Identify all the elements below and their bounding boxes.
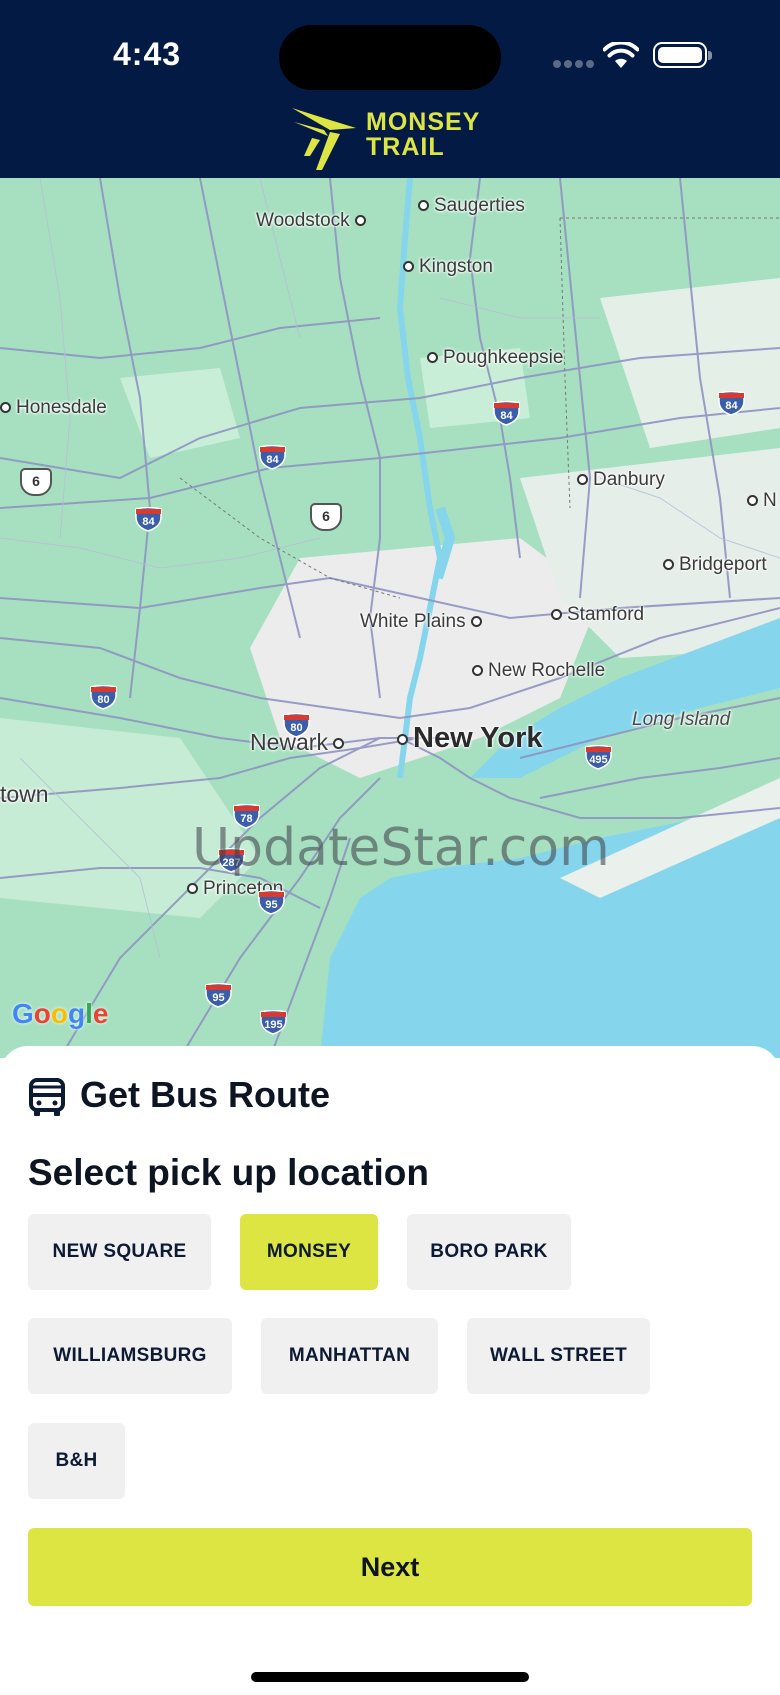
location-chip-williamsburg[interactable]: WILLIAMSBURG [28,1318,232,1394]
map-label-honesdale: Honesdale [0,397,107,419]
location-chip-bh[interactable]: B&H [28,1423,125,1499]
location-chip-manhattan[interactable]: MANHATTAN [261,1318,438,1394]
interstate-shield-icon: 95 [258,889,285,915]
home-indicator[interactable] [251,1672,529,1682]
map-label-bridgeport: Bridgeport [663,554,767,576]
pickup-section-title: Select pick up location [28,1152,429,1193]
map-label-saugerties: Saugerties [418,195,525,217]
route-map[interactable]: Saugerties Woodstock Kingston Poughkeeps… [0,178,780,1058]
logo-text: MONSEY TRAIL [366,108,481,161]
route-panel: Get Bus Route Select pick up location NE… [0,1046,780,1695]
map-label-poughkeepsie: Poughkeepsie [427,347,563,369]
battery-icon [653,42,712,68]
location-chip-monsey[interactable]: MONSEY [240,1214,378,1290]
location-chip-wall-street[interactable]: WALL STREET [467,1318,650,1394]
map-label-stamford: Stamford [551,604,644,626]
wifi-icon [603,42,639,68]
next-button[interactable]: Next [28,1528,752,1606]
cellular-signal-icon [553,60,594,68]
location-chip-boro-park[interactable]: BORO PARK [407,1214,571,1290]
app-screen: 4:43 MONSEY TRAIL Saugerties Woodstock K… [0,0,780,1695]
interstate-shield-icon: 84 [135,506,162,532]
us-route-shield-icon: 6 [310,503,342,531]
map-label-woodstock: Woodstock [256,210,366,232]
interstate-shield-icon: 84 [259,444,286,470]
status-time: 4:43 [113,36,182,72]
app-header: 4:43 MONSEY TRAIL [0,0,780,178]
monsey-trail-logo: MONSEY TRAIL [290,106,500,172]
location-chip-new-square[interactable]: NEW SQUARE [28,1214,211,1290]
interstate-shield-icon: 80 [283,712,310,738]
interstate-shield-icon: 80 [90,684,117,710]
map-label-white-plains: White Plains [360,611,482,633]
panel-title: Get Bus Route [80,1074,331,1115]
dynamic-island [279,25,501,90]
map-label-town: town [0,781,49,807]
interstate-shield-icon: 84 [493,400,520,426]
google-attribution: Google [12,998,109,1029]
bus-icon [29,1078,65,1116]
map-label-kingston: Kingston [403,256,493,278]
map-label-long-island: Long Island [632,709,731,730]
us-route-shield-icon: 6 [20,468,52,496]
map-label-new-york: New York [397,722,542,755]
interstate-shield-icon: 195 [260,1009,287,1035]
interstate-shield-icon: 84 [718,390,745,416]
interstate-shield-icon: 95 [205,982,232,1008]
map-label-n: N [747,490,777,512]
logo-mark-icon [292,108,356,170]
watermark: UpdateStar.com [192,818,610,878]
map-label-new-rochelle: New Rochelle [472,660,605,682]
map-label-danbury: Danbury [577,469,665,491]
interstate-shield-icon: 495 [585,744,612,770]
